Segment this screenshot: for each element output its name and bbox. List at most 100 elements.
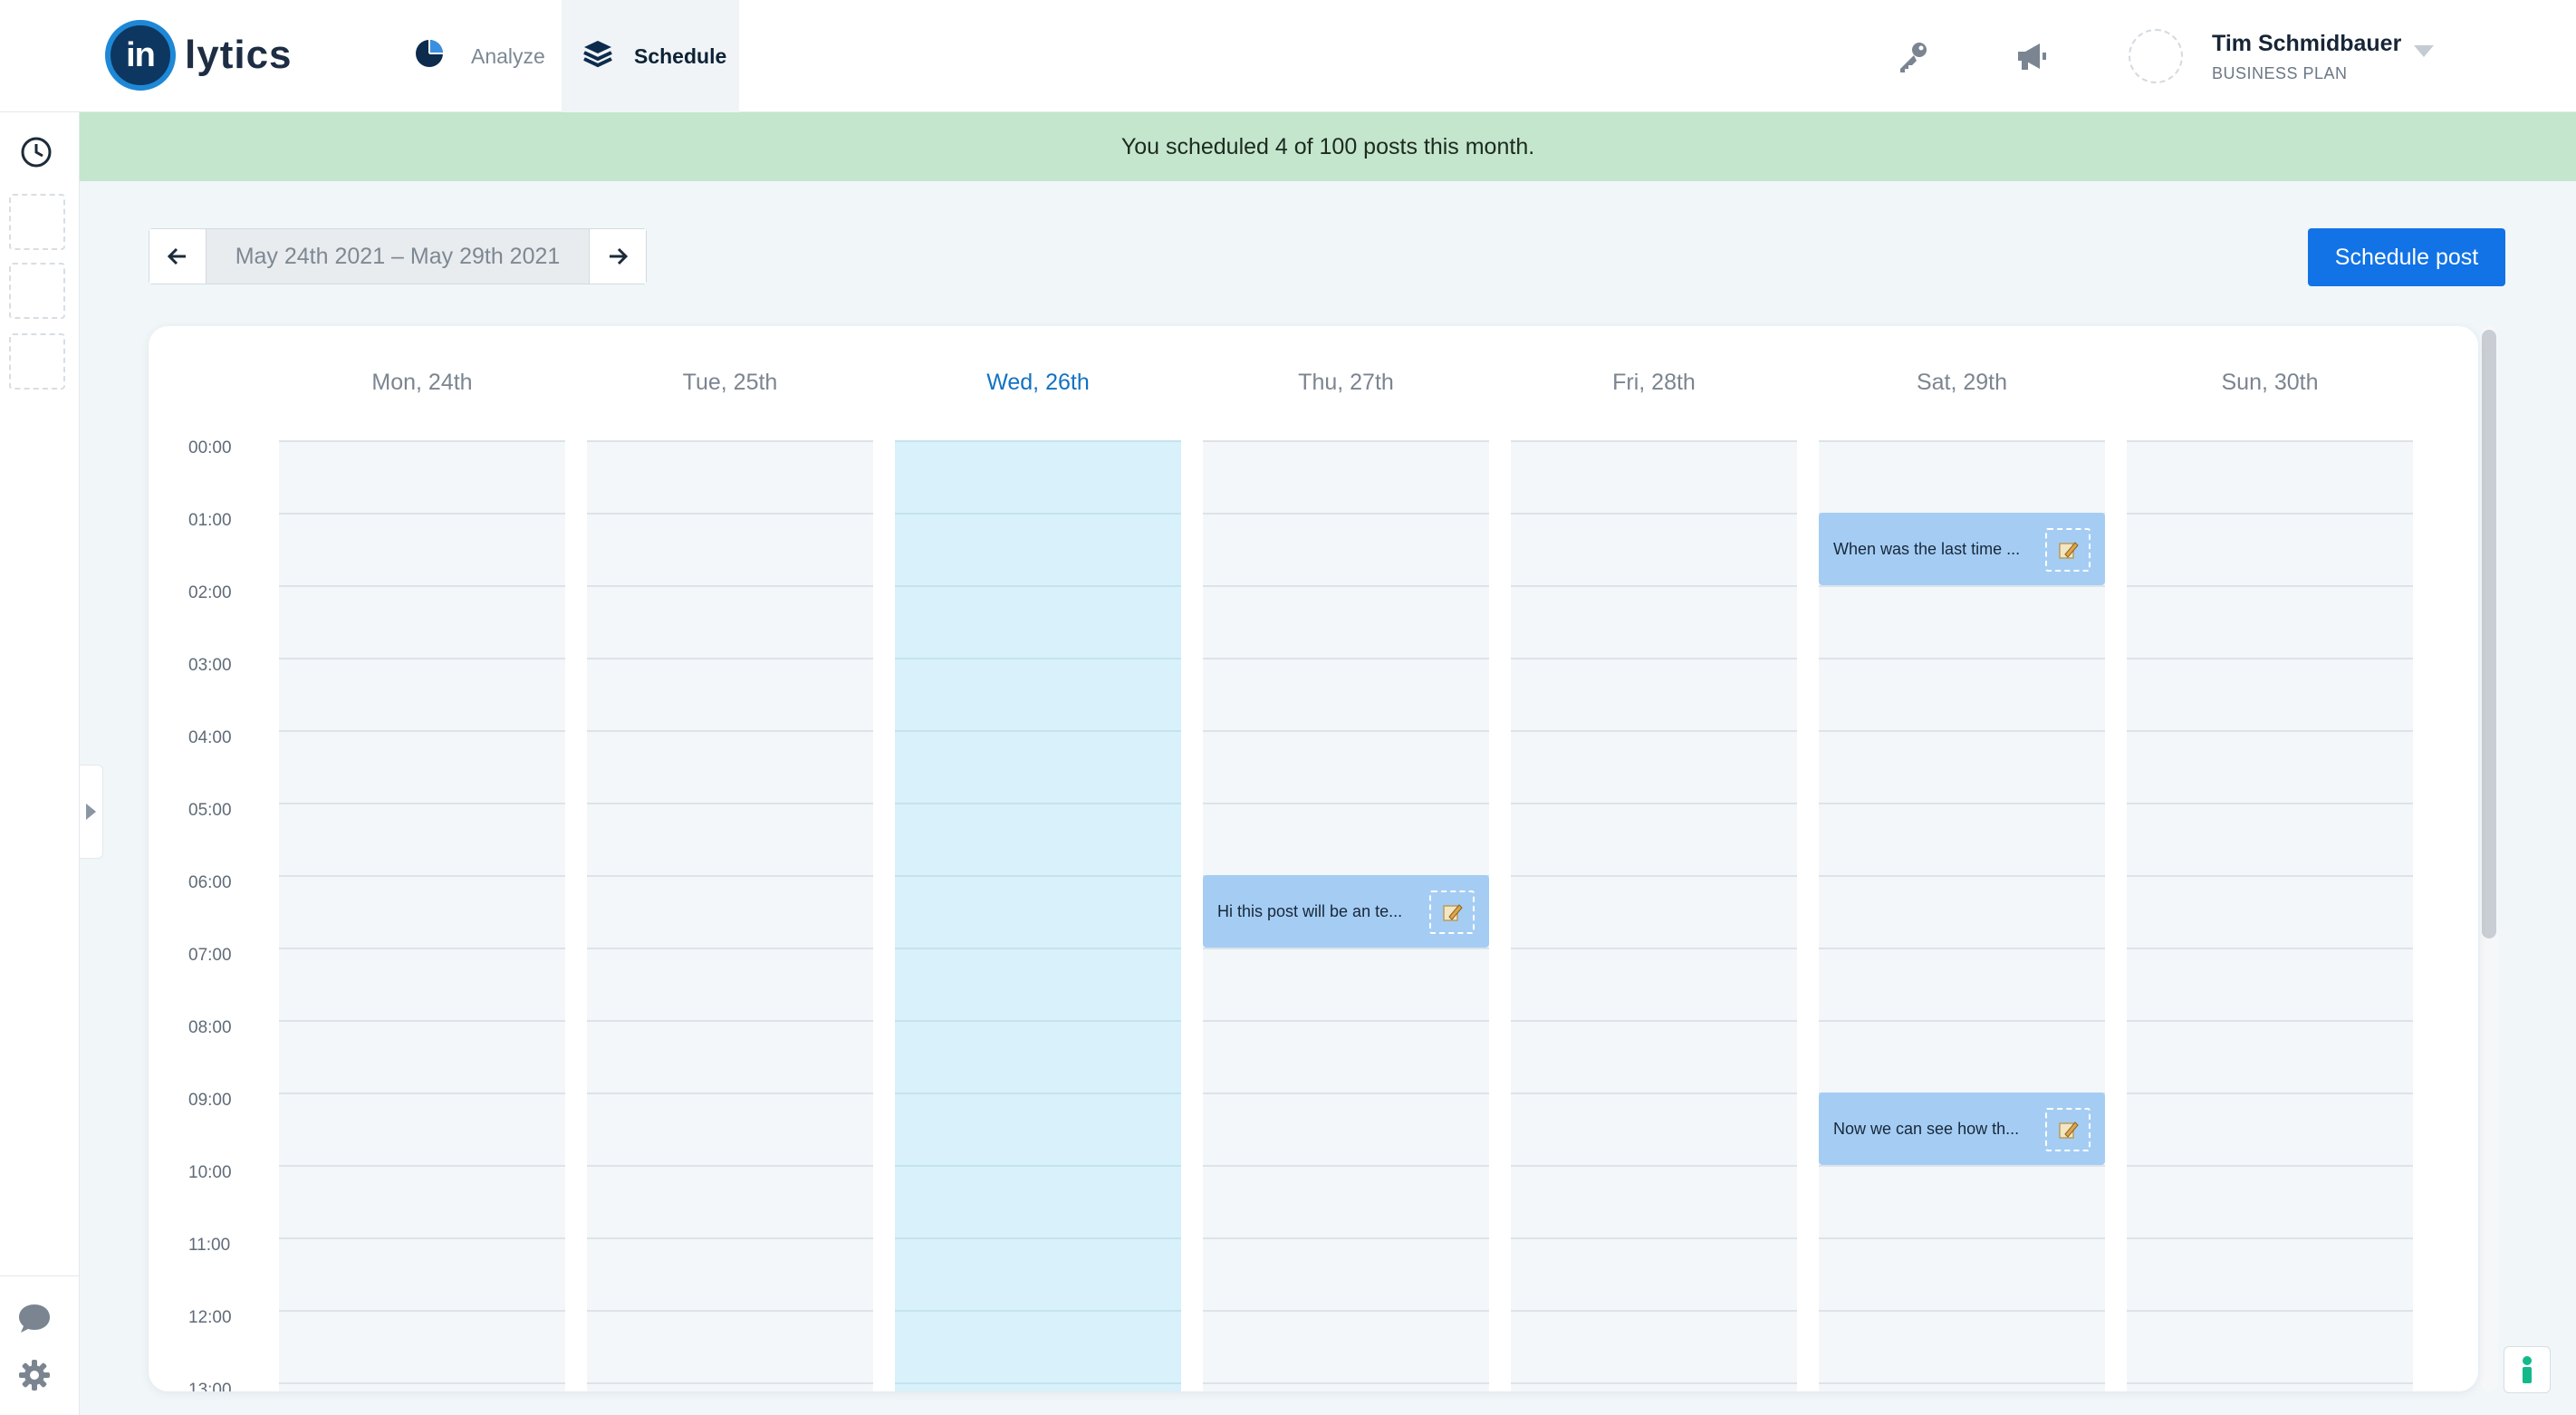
hour-gridline bbox=[587, 585, 873, 587]
pencil-note-icon[interactable] bbox=[1429, 890, 1475, 934]
app-logo[interactable]: in lytics bbox=[105, 20, 293, 91]
hour-gridline bbox=[895, 875, 1181, 877]
day-header: Mon, 24th bbox=[371, 370, 473, 395]
hour-gridline bbox=[1511, 440, 1797, 442]
hour-gridline bbox=[587, 803, 873, 804]
user-name[interactable]: Tim Schmidbauer bbox=[2212, 31, 2401, 57]
key-icon[interactable] bbox=[1891, 34, 1935, 78]
hour-gridline bbox=[2127, 1310, 2413, 1312]
top-header: in lytics Analyze Schedule Tim Schmidbau… bbox=[0, 0, 2576, 112]
hour-gridline bbox=[895, 440, 1181, 442]
sidebar-expand-button[interactable] bbox=[80, 765, 103, 859]
hour-gridline bbox=[279, 1093, 565, 1094]
tab-schedule[interactable]: Schedule bbox=[562, 0, 739, 112]
gear-icon[interactable] bbox=[16, 1357, 53, 1393]
arrow-right-icon bbox=[610, 247, 629, 265]
day-header: Wed, 26th bbox=[986, 370, 1090, 395]
hour-gridline bbox=[587, 1382, 873, 1384]
day-column[interactable] bbox=[1511, 440, 1797, 1391]
hour-gridline bbox=[895, 1165, 1181, 1167]
sidebar-slot[interactable] bbox=[9, 194, 65, 250]
clock-icon[interactable] bbox=[18, 134, 54, 170]
tab-analyze-label: Analyze bbox=[471, 43, 545, 68]
day-column[interactable] bbox=[587, 440, 873, 1391]
hour-gridline bbox=[587, 1020, 873, 1022]
layers-icon bbox=[582, 37, 614, 75]
hour-gridline bbox=[2127, 513, 2413, 515]
day-column[interactable] bbox=[2127, 440, 2413, 1391]
hour-gridline bbox=[1819, 948, 2105, 949]
chat-icon[interactable] bbox=[16, 1301, 53, 1337]
day-header: Sun, 30th bbox=[2221, 370, 2319, 395]
hour-gridline bbox=[587, 1237, 873, 1239]
hour-gridline bbox=[1203, 730, 1489, 732]
sidebar-slot[interactable] bbox=[9, 333, 65, 390]
next-week-button[interactable] bbox=[590, 229, 646, 284]
tab-analyze[interactable]: Analyze bbox=[413, 0, 558, 112]
hour-gridline bbox=[2127, 1020, 2413, 1022]
prev-week-button[interactable] bbox=[149, 229, 206, 284]
scheduled-post-text: When was the last time ... bbox=[1833, 539, 2021, 558]
hour-gridline bbox=[1511, 948, 1797, 949]
schedule-post-button[interactable]: Schedule post bbox=[2308, 228, 2505, 286]
hour-gridline bbox=[1819, 875, 2105, 877]
hour-gridline bbox=[895, 948, 1181, 949]
hour-gridline bbox=[1511, 1382, 1797, 1384]
hour-gridline bbox=[1819, 658, 2105, 659]
hour-gridline bbox=[895, 585, 1181, 587]
hour-label: 00:00 bbox=[188, 438, 232, 457]
hour-gridline bbox=[1511, 1020, 1797, 1022]
pencil-note-icon[interactable] bbox=[2045, 528, 2091, 572]
hour-gridline bbox=[279, 948, 565, 949]
hour-gridline bbox=[1511, 1093, 1797, 1094]
scheduled-post[interactable]: When was the last time ... bbox=[1819, 513, 2105, 585]
hour-gridline bbox=[1203, 658, 1489, 659]
hour-gridline bbox=[1511, 803, 1797, 804]
caret-right-icon bbox=[86, 804, 96, 820]
hour-gridline bbox=[279, 440, 565, 442]
pie-chart-icon bbox=[413, 37, 446, 75]
hour-gridline bbox=[587, 1165, 873, 1167]
day-header: Fri, 28th bbox=[1612, 370, 1696, 395]
day-column[interactable] bbox=[279, 440, 565, 1391]
hour-label: 03:00 bbox=[188, 656, 232, 675]
hour-label: 05:00 bbox=[188, 801, 232, 820]
date-range[interactable]: May 24th 2021 – May 29th 2021 bbox=[206, 229, 590, 284]
hour-label: 11:00 bbox=[188, 1236, 231, 1255]
hour-gridline bbox=[279, 513, 565, 515]
pencil-note-icon[interactable] bbox=[2045, 1108, 2091, 1151]
day-column[interactable] bbox=[895, 440, 1181, 1391]
hour-gridline bbox=[2127, 803, 2413, 804]
left-sidebar bbox=[0, 112, 80, 1415]
hour-gridline bbox=[1511, 1310, 1797, 1312]
hour-gridline bbox=[1819, 585, 2105, 587]
hour-gridline bbox=[1819, 803, 2105, 804]
hour-gridline bbox=[2127, 948, 2413, 949]
user-plan: BUSINESS PLAN bbox=[2212, 64, 2348, 82]
hour-gridline bbox=[1203, 1165, 1489, 1167]
logo-text: lytics bbox=[185, 33, 293, 77]
help-icon[interactable] bbox=[2504, 1346, 2551, 1393]
sidebar-slot[interactable] bbox=[9, 263, 65, 319]
chevron-down-icon[interactable] bbox=[2414, 45, 2434, 57]
week-calendar: Mon, 24th Tue, 25th Wed, 26th Thu, 27th Fri,… bbox=[149, 326, 2478, 1391]
avatar[interactable] bbox=[2129, 29, 2183, 83]
calendar-scrollbar[interactable] bbox=[2482, 330, 2496, 939]
hour-gridline bbox=[1203, 585, 1489, 587]
hour-gridline bbox=[895, 1382, 1181, 1384]
hour-label: 06:00 bbox=[188, 873, 232, 892]
day-header: Tue, 25th bbox=[682, 370, 778, 395]
hour-gridline bbox=[1819, 730, 2105, 732]
sidebar-divider bbox=[0, 1275, 80, 1276]
hour-gridline bbox=[895, 730, 1181, 732]
scheduled-post[interactable]: Now we can see how th... bbox=[1819, 1093, 2105, 1165]
hour-gridline bbox=[1819, 1382, 2105, 1384]
scheduled-post[interactable]: Hi this post will be an te... bbox=[1203, 875, 1489, 948]
megaphone-icon[interactable] bbox=[2009, 34, 2052, 78]
hour-label: 09:00 bbox=[188, 1091, 232, 1110]
date-navigator: May 24th 2021 – May 29th 2021 bbox=[149, 228, 647, 284]
hour-gridline bbox=[279, 1237, 565, 1239]
hour-gridline bbox=[587, 440, 873, 442]
day-header: Thu, 27th bbox=[1298, 370, 1394, 395]
hour-label: 12:00 bbox=[188, 1308, 232, 1327]
